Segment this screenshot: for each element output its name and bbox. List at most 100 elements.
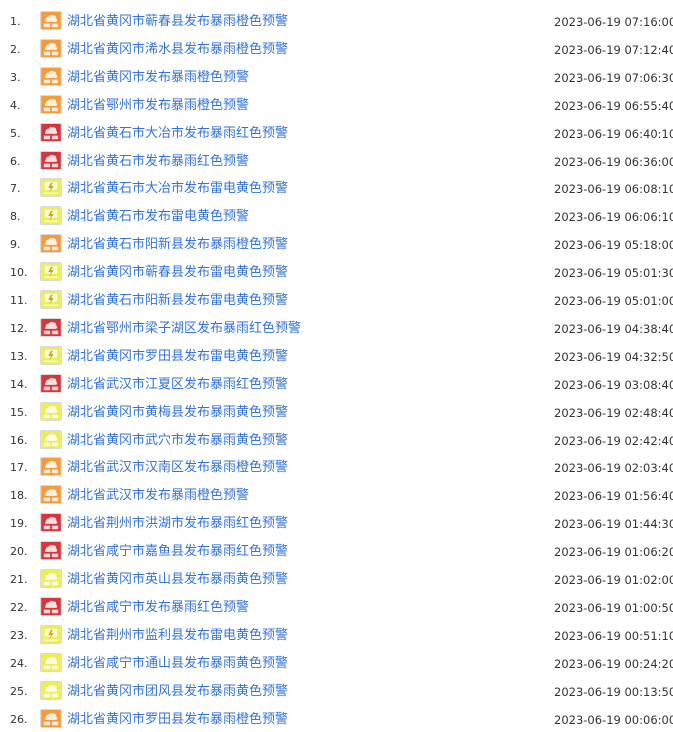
rainstorm-orange-icon	[40, 38, 62, 58]
warning-title-link[interactable]: 湖北省黄石市发布暴雨红色预警	[67, 154, 249, 170]
thunderstorm-yellow-icon	[40, 262, 62, 282]
list-item: 10. 湖北省黄冈市蕲春县发布雷电黄色预警 2023-06-19 05:01:30	[0, 259, 673, 287]
list-item: 11. 湖北省黄石市阳新县发布雷电黄色预警 2023-06-19 05:01:00	[0, 287, 673, 315]
list-item: 2. 湖北省黄冈市浠水县发布暴雨橙色预警 2023-06-19 07:12:40	[0, 36, 673, 64]
list-item: 18. 湖北省武汉市发布暴雨橙色预警 2023-06-19 01:56:40	[0, 482, 673, 510]
thunderstorm-yellow-icon	[40, 206, 62, 226]
warning-time: 2023-06-19 03:08:40	[554, 377, 673, 392]
item-index: 10.	[10, 266, 28, 280]
warning-time: 2023-06-19 00:51:10	[554, 628, 673, 643]
list-item: 7. 湖北省黄石市大冶市发布雷电黄色预警 2023-06-19 06:08:10	[0, 175, 673, 203]
warning-title-link[interactable]: 湖北省黄冈市团风县发布暴雨黄色预警	[67, 684, 288, 700]
warning-title-link[interactable]: 湖北省黄冈市发布暴雨橙色预警	[67, 70, 249, 86]
warning-title-link[interactable]: 湖北省荆州市监利县发布雷电黄色预警	[67, 628, 288, 644]
warning-title-link[interactable]: 湖北省武汉市发布暴雨橙色预警	[67, 488, 249, 504]
warning-title-link[interactable]: 湖北省黄冈市蕲春县发布雷电黄色预警	[67, 265, 288, 281]
warning-title-link[interactable]: 湖北省武汉市汉南区发布暴雨橙色预警	[67, 460, 288, 476]
rainstorm-red-icon	[40, 122, 62, 142]
item-index: 2.	[10, 42, 21, 56]
rainstorm-orange-icon	[40, 94, 62, 114]
warning-title-link[interactable]: 湖北省武汉市江夏区发布暴雨红色预警	[67, 377, 288, 393]
rainstorm-red-icon	[40, 541, 62, 561]
warning-title-link[interactable]: 湖北省黄冈市罗田县发布雷电黄色预警	[67, 349, 288, 365]
item-index: 23.	[10, 628, 28, 642]
item-index: 17.	[10, 461, 28, 475]
thunderstorm-yellow-icon	[40, 178, 62, 198]
warning-time: 2023-06-19 01:02:00	[554, 573, 673, 587]
list-item: 26. 湖北省黄冈市罗田县发布暴雨橙色预警 2023-06-19 00:06:00	[0, 706, 673, 732]
warning-title-link[interactable]: 湖北省咸宁市通山县发布暴雨黄色预警	[67, 656, 288, 672]
warning-title-link[interactable]: 湖北省黄冈市蕲春县发布暴雨橙色预警	[67, 14, 288, 30]
item-index: 21.	[10, 573, 28, 586]
warning-title-link[interactable]: 湖北省黄石市阳新县发布暴雨橙色预警	[67, 237, 288, 253]
warning-title-link[interactable]: 湖北省黄冈市武穴市发布暴雨黄色预警	[67, 433, 288, 449]
warning-time: 2023-06-19 05:01:00	[554, 294, 673, 308]
rainstorm-red-icon	[40, 373, 62, 393]
warning-title-link[interactable]: 湖北省黄石市阳新县发布雷电黄色预警	[67, 293, 288, 309]
list-item: 20. 湖北省咸宁市嘉鱼县发布暴雨红色预警 2023-06-19 01:06:20	[0, 538, 673, 566]
warning-title-link[interactable]: 湖北省鄂州市发布暴雨橙色预警	[67, 98, 249, 114]
item-index: 15.	[10, 405, 28, 419]
item-index: 24.	[10, 656, 28, 670]
warning-time: 2023-06-19 02:42:40	[554, 433, 673, 448]
rainstorm-red-icon	[40, 596, 62, 616]
item-index: 8.	[10, 210, 21, 224]
warning-title-link[interactable]: 湖北省黄冈市浠水县发布暴雨橙色预警	[67, 42, 288, 58]
warning-time: 2023-06-19 06:08:10	[554, 182, 673, 197]
list-item: 5. 湖北省黄石市大冶市发布暴雨红色预警 2023-06-19 06:40:10	[0, 120, 673, 148]
rainstorm-yellow-icon	[40, 569, 62, 588]
rainstorm-red-icon	[40, 317, 62, 337]
warning-time: 2023-06-19 00:06:00	[554, 712, 673, 727]
warning-title-link[interactable]: 湖北省鄂州市梁子湖区发布暴雨红色预警	[67, 321, 301, 337]
warning-time: 2023-06-19 04:32:50	[554, 349, 673, 364]
item-index: 5.	[10, 126, 21, 140]
warning-time: 2023-06-19 01:06:20	[554, 545, 673, 560]
item-index: 6.	[10, 154, 21, 168]
list-item: 3. 湖北省黄冈市发布暴雨橙色预警 2023-06-19 07:06:30	[0, 64, 673, 92]
warning-title-link[interactable]: 湖北省黄冈市英山县发布暴雨黄色预警	[67, 572, 288, 588]
rainstorm-red-icon	[40, 150, 62, 170]
warning-time: 2023-06-19 01:44:30	[554, 517, 673, 532]
item-index: 22.	[10, 600, 28, 614]
list-item: 17. 湖北省武汉市汉南区发布暴雨橙色预警 2023-06-19 02:03:40	[0, 454, 673, 482]
thunderstorm-yellow-icon	[40, 290, 62, 309]
rainstorm-orange-icon	[40, 457, 62, 477]
rainstorm-red-icon	[40, 513, 62, 533]
warning-title-link[interactable]: 湖北省黄石市大冶市发布雷电黄色预警	[67, 181, 288, 197]
warning-time: 2023-06-19 06:55:40	[554, 98, 673, 113]
list-item: 16. 湖北省黄冈市武穴市发布暴雨黄色预警 2023-06-19 02:42:40	[0, 427, 673, 455]
item-index: 18.	[10, 489, 28, 503]
warning-time: 2023-06-19 06:36:00	[554, 154, 673, 169]
list-item: 13. 湖北省黄冈市罗田县发布雷电黄色预警 2023-06-19 04:32:50	[0, 343, 673, 371]
rainstorm-orange-icon	[40, 11, 62, 30]
rainstorm-yellow-icon	[40, 680, 62, 700]
warning-title-link[interactable]: 湖北省荆州市洪湖市发布暴雨红色预警	[67, 516, 288, 532]
warning-title-link[interactable]: 湖北省黄冈市黄梅县发布暴雨黄色预警	[67, 405, 288, 421]
item-index: 11.	[10, 294, 28, 307]
thunderstorm-yellow-icon	[40, 624, 62, 644]
list-item: 9. 湖北省黄石市阳新县发布暴雨橙色预警 2023-06-19 05:18:00	[0, 231, 673, 259]
list-item: 19. 湖北省荆州市洪湖市发布暴雨红色预警 2023-06-19 01:44:30	[0, 510, 673, 538]
warning-title-link[interactable]: 湖北省咸宁市嘉鱼县发布暴雨红色预警	[67, 544, 288, 560]
rainstorm-yellow-icon	[40, 429, 62, 449]
warning-list: 1. 湖北省黄冈市蕲春县发布暴雨橙色预警 2023-06-19 07:16:00 2.…	[0, 0, 673, 732]
item-index: 1.	[10, 15, 21, 28]
warning-title-link[interactable]: 湖北省黄石市大冶市发布暴雨红色预警	[67, 126, 288, 142]
list-item: 25. 湖北省黄冈市团风县发布暴雨黄色预警 2023-06-19 00:13:50	[0, 678, 673, 706]
list-item: 4. 湖北省鄂州市发布暴雨橙色预警 2023-06-19 06:55:40	[0, 92, 673, 120]
list-item: 21. 湖北省黄冈市英山县发布暴雨黄色预警 2023-06-19 01:02:00	[0, 566, 673, 594]
warning-time: 2023-06-19 00:24:20	[554, 656, 673, 671]
item-index: 13.	[10, 349, 28, 363]
item-index: 26.	[10, 712, 28, 726]
warning-time: 2023-06-19 02:03:40	[554, 461, 673, 476]
item-index: 19.	[10, 517, 28, 531]
list-item: 23. 湖北省荆州市监利县发布雷电黄色预警 2023-06-19 00:51:10	[0, 622, 673, 650]
warning-time: 2023-06-19 01:00:50	[554, 600, 673, 615]
list-item: 22. 湖北省咸宁市发布暴雨红色预警 2023-06-19 01:00:50	[0, 594, 673, 622]
warning-title-link[interactable]: 湖北省黄冈市罗田县发布暴雨橙色预警	[67, 712, 288, 728]
list-item: 1. 湖北省黄冈市蕲春县发布暴雨橙色预警 2023-06-19 07:16:00	[0, 8, 673, 36]
warning-time: 2023-06-19 06:40:10	[554, 126, 673, 141]
item-index: 3.	[10, 70, 21, 84]
warning-title-link[interactable]: 湖北省黄石市发布雷电黄色预警	[67, 209, 249, 225]
warning-title-link[interactable]: 湖北省咸宁市发布暴雨红色预警	[67, 600, 249, 616]
